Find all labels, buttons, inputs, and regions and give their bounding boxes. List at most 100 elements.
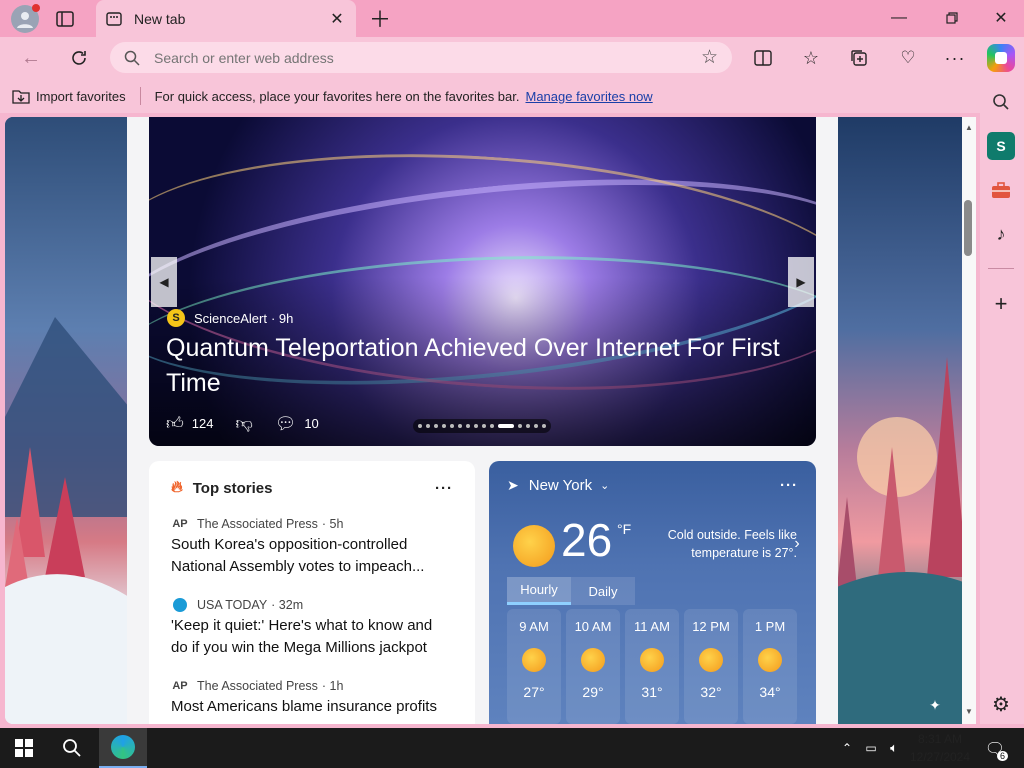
windows-icon <box>15 739 33 757</box>
weather-details-chevron-icon[interactable]: › <box>790 535 804 553</box>
show-hidden-icons-button[interactable]: ⌃ <box>838 738 856 758</box>
tab-daily[interactable]: Daily <box>571 577 635 605</box>
hourly-forecast[interactable]: 9 AM 27° <box>507 609 561 724</box>
favorites-bar-message: For quick access, place your favorites h… <box>154 88 520 104</box>
weather-location[interactable]: New York <box>529 477 592 494</box>
story-headline: Most Americans blame insurance profits <box>171 698 437 715</box>
carousel-dot[interactable] <box>526 424 530 428</box>
hourly-forecast[interactable]: 11 AM 31° <box>625 609 679 724</box>
carousel-dot[interactable] <box>474 424 478 428</box>
chevron-down-icon[interactable]: ⌄ <box>600 479 609 492</box>
carousel-dot[interactable] <box>498 424 514 428</box>
carousel-dot[interactable] <box>518 424 522 428</box>
close-tab-icon[interactable]: ✕ <box>328 10 346 28</box>
close-window-button[interactable]: ✕ <box>986 6 1016 30</box>
story-item[interactable]: AP The Associated Press · 5h South Korea's… <box>171 517 453 578</box>
back-button[interactable]: ← <box>18 46 44 70</box>
collections-button[interactable] <box>846 46 872 70</box>
carousel-previous-button[interactable]: ◀ <box>151 257 177 307</box>
story-item[interactable]: AP The Associated Press · 1h Most American… <box>171 679 453 718</box>
copilot-button[interactable] <box>987 44 1015 72</box>
browser-essentials-button[interactable]: ♡ <box>895 46 921 70</box>
carousel-dot[interactable] <box>534 424 538 428</box>
carousel-dot[interactable] <box>466 424 470 428</box>
story-item[interactable]: USA TODAY · 32m 'Keep it quiet:' Here's w… <box>171 598 453 659</box>
carousel-dot[interactable] <box>482 424 486 428</box>
sidebar-add-button[interactable]: + <box>987 290 1015 318</box>
carousel-dot[interactable] <box>490 424 494 428</box>
taskbar-clock[interactable]: 8:31 AM 12/27/2024 <box>905 730 975 766</box>
taskbar-edge-button[interactable] <box>99 728 147 768</box>
page-personalize-button[interactable]: ✦ <box>925 695 945 715</box>
carousel-dot[interactable] <box>542 424 546 428</box>
carousel-dot[interactable] <box>434 424 438 428</box>
clock-time: 8:31 AM <box>917 732 963 746</box>
ap-logo: AP <box>172 680 188 692</box>
new-tab-button[interactable]: ＋ <box>368 6 392 32</box>
profile-avatar[interactable] <box>11 4 40 33</box>
sidebar-tools-button[interactable] <box>987 176 1015 204</box>
restore-button[interactable] <box>937 6 967 30</box>
carousel-dot[interactable] <box>418 424 422 428</box>
tab-new-tab[interactable]: New tab ✕ <box>96 0 356 37</box>
settings-more-button[interactable]: ··· <box>942 46 968 70</box>
manage-favorites-link[interactable]: Manage favorites now <box>526 89 653 104</box>
volume-muted-icon[interactable]: 🔈︎ <box>884 738 904 758</box>
new-tab-page-icon <box>106 11 122 26</box>
carousel-dot[interactable] <box>442 424 446 428</box>
hourly-forecast[interactable]: 10 AM 29° <box>566 609 620 724</box>
scroll-up-arrow-icon[interactable]: ▲ <box>962 120 976 134</box>
usa-today-logo <box>171 598 189 612</box>
workspaces-icon <box>56 11 74 27</box>
weather-temperature: 26 <box>561 514 613 566</box>
like-count: 124 <box>191 416 214 431</box>
weather-note[interactable]: Cold outside. Feels like temperature is … <box>647 526 797 562</box>
favorites-button[interactable]: ☆ <box>798 46 824 70</box>
dislike-icon[interactable]: 👎︎ <box>235 413 252 434</box>
sidebar-tiktok-button[interactable]: ♪ <box>987 220 1015 248</box>
like-icon[interactable]: 👍︎ <box>166 413 184 434</box>
sidebar-settings-button[interactable]: ⚙ <box>987 690 1015 718</box>
minimize-button[interactable]: — <box>884 6 914 30</box>
story-source: The Associated Press <box>197 517 318 531</box>
tab-hourly[interactable]: Hourly <box>507 577 571 605</box>
hourly-forecast[interactable]: 1 PM 34° <box>743 609 797 724</box>
carousel-dot[interactable] <box>458 424 462 428</box>
carousel-dot[interactable] <box>426 424 430 428</box>
partly-sunny-icon <box>758 648 782 672</box>
carousel-dot[interactable] <box>450 424 454 428</box>
scroll-down-arrow-icon[interactable]: ▼ <box>962 704 976 718</box>
background-right-scenery: ✦ <box>837 117 976 724</box>
carousel-next-button[interactable]: ▶ <box>788 257 814 307</box>
sidebar-search-button[interactable] <box>987 88 1015 116</box>
import-favorites-button[interactable]: Import favorites <box>12 88 126 104</box>
story-age: · 5h <box>321 517 344 531</box>
refresh-button[interactable] <box>66 46 92 70</box>
hour-temp: 32° <box>700 684 722 700</box>
top-stories-more-button[interactable]: ··· <box>435 480 453 497</box>
notifications-button[interactable]: 🗨︎ 6 <box>982 736 1008 762</box>
hour-temp: 31° <box>641 684 663 700</box>
weather-more-button[interactable]: ··· <box>780 477 798 494</box>
network-icon[interactable]: ▭ <box>861 738 881 758</box>
weather-unit[interactable]: °F <box>617 521 631 537</box>
comment-icon[interactable]: 💬︎ <box>275 414 297 434</box>
tab-title: New tab <box>134 10 186 27</box>
sidebar-divider <box>988 268 1014 269</box>
hour-temp: 29° <box>582 684 604 700</box>
hero-headline[interactable]: Quantum Teleportation Achieved Over Inte… <box>166 331 806 401</box>
story-headline: 'Keep it quiet:' Here's what to know and… <box>171 617 433 656</box>
split-screen-button[interactable] <box>750 46 776 70</box>
hourly-forecast[interactable]: 12 PM 32° <box>684 609 738 724</box>
address-input[interactable] <box>154 49 701 66</box>
start-button[interactable] <box>10 734 38 762</box>
scrollbar-thumb[interactable] <box>964 200 972 256</box>
sidebar-sway-button[interactable]: S <box>987 132 1015 160</box>
favorite-star-icon[interactable]: ☆ <box>701 46 718 69</box>
address-bar[interactable]: ☆ <box>110 42 732 73</box>
carousel-pagination[interactable] <box>413 419 551 433</box>
taskbar-search-button[interactable] <box>58 734 86 762</box>
hero-source[interactable]: S ScienceAlert · 9h <box>167 309 293 327</box>
tab-actions-button[interactable] <box>53 7 77 31</box>
hour-time: 1 PM <box>754 619 786 634</box>
